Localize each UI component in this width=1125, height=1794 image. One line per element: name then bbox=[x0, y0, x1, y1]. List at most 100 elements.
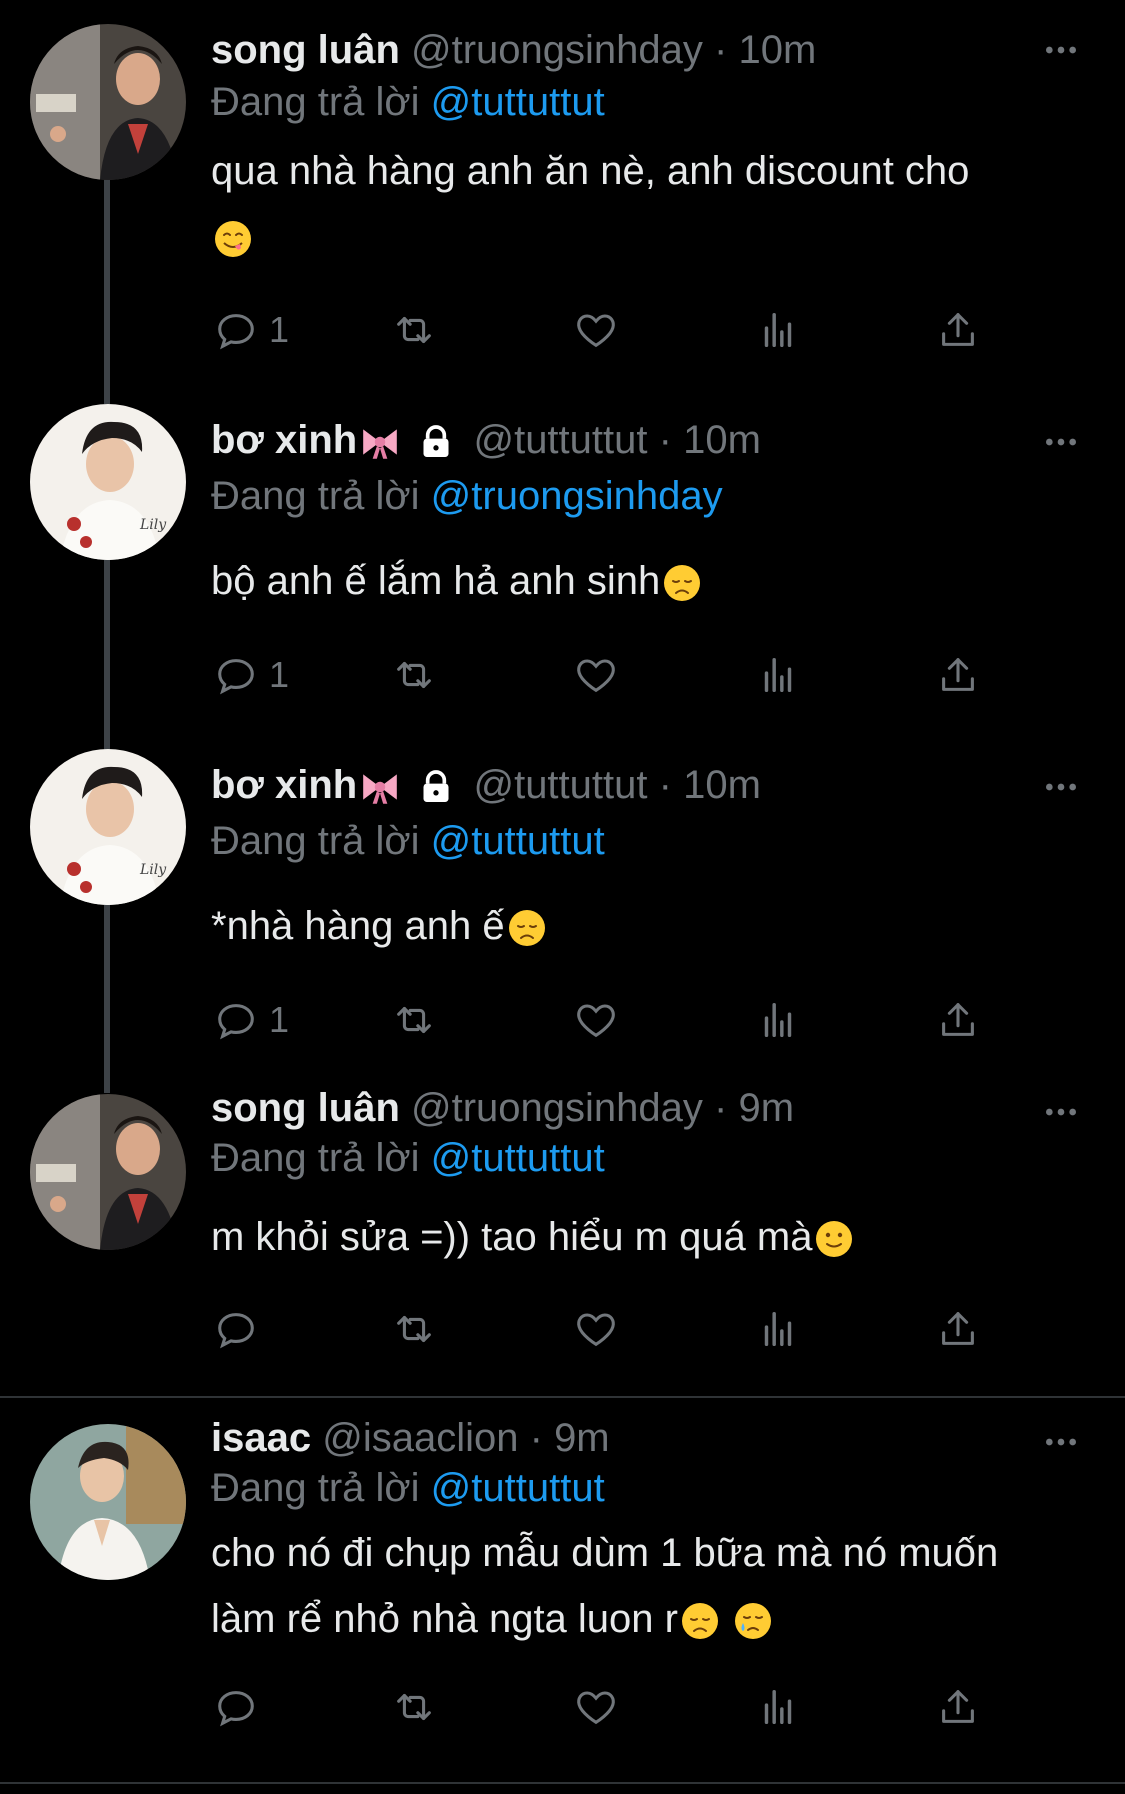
tweet-header: bơ xinh @tuttuttut · 10m bbox=[211, 757, 761, 813]
user-handle[interactable]: @truongsinhday bbox=[411, 1086, 703, 1130]
avatar[interactable] bbox=[30, 404, 186, 560]
timestamp[interactable]: 10m bbox=[683, 418, 761, 462]
avatar[interactable] bbox=[30, 749, 186, 905]
views-button[interactable] bbox=[755, 1304, 801, 1354]
retweet-icon bbox=[391, 1306, 437, 1352]
views-button[interactable] bbox=[755, 650, 801, 700]
replying-to: Đang trả lời @tuttuttut bbox=[211, 1132, 605, 1184]
share-button[interactable] bbox=[935, 1682, 981, 1732]
lock-icon bbox=[416, 422, 456, 462]
replying-to-label: Đang trả lời bbox=[211, 1136, 420, 1180]
tweet[interactable]: song luân @truongsinhday · 10m Đang trả … bbox=[0, 0, 1125, 380]
divider bbox=[0, 1782, 1125, 1784]
tweet[interactable]: song luân @truongsinhday · 9m Đang trả l… bbox=[0, 1080, 1125, 1400]
mention-link[interactable]: @tuttuttut bbox=[431, 80, 605, 124]
retweet-button[interactable] bbox=[391, 995, 437, 1045]
analytics-icon bbox=[755, 1684, 801, 1730]
reply-button[interactable]: 1 bbox=[213, 995, 289, 1045]
share-icon bbox=[935, 652, 981, 698]
replying-to-label: Đang trả lời bbox=[211, 80, 420, 124]
timestamp[interactable]: 9m bbox=[739, 1086, 795, 1130]
reply-icon bbox=[213, 652, 259, 698]
retweet-button[interactable] bbox=[391, 650, 437, 700]
more-icon[interactable] bbox=[1041, 767, 1081, 807]
more-icon[interactable] bbox=[1041, 1092, 1081, 1132]
share-icon bbox=[935, 1306, 981, 1352]
display-name[interactable]: isaac bbox=[211, 1416, 311, 1460]
like-button[interactable] bbox=[573, 995, 619, 1045]
tweet-text-line: *nhà hàng anh ế bbox=[211, 904, 505, 948]
share-button[interactable] bbox=[935, 995, 981, 1045]
display-name[interactable]: bơ xinh bbox=[211, 418, 357, 462]
reply-button[interactable] bbox=[213, 1682, 269, 1732]
user-handle[interactable]: @truongsinhday bbox=[411, 28, 703, 72]
display-name[interactable]: song luân bbox=[211, 1086, 400, 1130]
lock-icon bbox=[416, 767, 456, 807]
views-button[interactable] bbox=[755, 305, 801, 355]
tweet-text: *nhà hàng anh ế bbox=[211, 893, 1091, 959]
retweet-icon bbox=[391, 997, 437, 1043]
timestamp[interactable]: 10m bbox=[739, 28, 817, 72]
tweet-header: bơ xinh @tuttuttut · 10m bbox=[211, 412, 761, 468]
more-icon[interactable] bbox=[1041, 30, 1081, 70]
user-handle[interactable]: @tuttuttut bbox=[473, 763, 647, 807]
user-handle[interactable]: @isaaclion bbox=[322, 1416, 518, 1460]
timestamp[interactable]: 9m bbox=[554, 1416, 610, 1460]
ribbon-emoji bbox=[359, 766, 401, 808]
heart-icon bbox=[573, 1684, 619, 1730]
more-icon[interactable] bbox=[1041, 1422, 1081, 1462]
tweet-text: qua nhà hàng anh ăn nè, anh discount cho bbox=[211, 138, 1091, 270]
reply-icon bbox=[213, 307, 259, 353]
tweet[interactable]: isaac @isaaclion · 9m Đang trả lời @tutt… bbox=[0, 1410, 1125, 1780]
reply-button[interactable]: 1 bbox=[213, 305, 289, 355]
tweet-text-line: làm rể nhỏ nhà ngta luon r bbox=[211, 1597, 678, 1641]
avatar[interactable] bbox=[30, 24, 186, 180]
retweet-button[interactable] bbox=[391, 1304, 437, 1354]
share-button[interactable] bbox=[935, 1304, 981, 1354]
reply-button[interactable]: 1 bbox=[213, 650, 289, 700]
more-icon[interactable] bbox=[1041, 422, 1081, 462]
disappointed-face-emoji bbox=[680, 1601, 720, 1641]
avatar[interactable] bbox=[30, 1424, 186, 1580]
views-button[interactable] bbox=[755, 1682, 801, 1732]
tweet[interactable]: bơ xinh @tuttuttut · 10m Đang trả lời @t… bbox=[0, 735, 1125, 1075]
action-bar bbox=[213, 1304, 1003, 1354]
share-icon bbox=[935, 307, 981, 353]
action-bar: 1 bbox=[213, 995, 1003, 1045]
retweet-button[interactable] bbox=[391, 1682, 437, 1732]
tweet[interactable]: bơ xinh @tuttuttut · 10m Đang trả lời @t… bbox=[0, 390, 1125, 730]
mention-link[interactable]: @tuttuttut bbox=[431, 1136, 605, 1180]
like-button[interactable] bbox=[573, 305, 619, 355]
action-bar: 1 bbox=[213, 650, 1003, 700]
analytics-icon bbox=[755, 1306, 801, 1352]
replying-to-label: Đang trả lời bbox=[211, 1466, 420, 1510]
user-handle[interactable]: @tuttuttut bbox=[473, 418, 647, 462]
like-button[interactable] bbox=[573, 1682, 619, 1732]
like-button[interactable] bbox=[573, 1304, 619, 1354]
retweet-button[interactable] bbox=[391, 305, 437, 355]
views-button[interactable] bbox=[755, 995, 801, 1045]
mention-link[interactable]: @tuttuttut bbox=[431, 1466, 605, 1510]
action-bar bbox=[213, 1682, 1003, 1732]
like-button[interactable] bbox=[573, 650, 619, 700]
retweet-icon bbox=[391, 652, 437, 698]
reply-icon bbox=[213, 1306, 259, 1352]
timestamp[interactable]: 10m bbox=[683, 763, 761, 807]
reply-button[interactable] bbox=[213, 1304, 269, 1354]
share-button[interactable] bbox=[935, 650, 981, 700]
reply-count: 1 bbox=[269, 999, 290, 1040]
display-name[interactable]: bơ xinh bbox=[211, 763, 357, 807]
avatar[interactable] bbox=[30, 1094, 186, 1250]
action-bar: 1 bbox=[213, 305, 1003, 355]
share-button[interactable] bbox=[935, 305, 981, 355]
tweet-text-line: qua nhà hàng anh ăn nè, anh discount cho bbox=[211, 149, 970, 193]
reply-count: 1 bbox=[269, 654, 290, 695]
tweet-text: m khỏi sửa =)) tao hiểu m quá mà bbox=[211, 1204, 1091, 1270]
ribbon-emoji bbox=[359, 421, 401, 463]
tweet-text-line: m khỏi sửa =)) tao hiểu m quá mà bbox=[211, 1215, 813, 1259]
mention-link[interactable]: @truongsinhday bbox=[431, 474, 723, 518]
mention-link[interactable]: @tuttuttut bbox=[431, 819, 605, 863]
display-name[interactable]: song luân bbox=[211, 28, 400, 72]
yum-face-emoji bbox=[213, 219, 253, 259]
replying-to-label: Đang trả lời bbox=[211, 474, 420, 518]
